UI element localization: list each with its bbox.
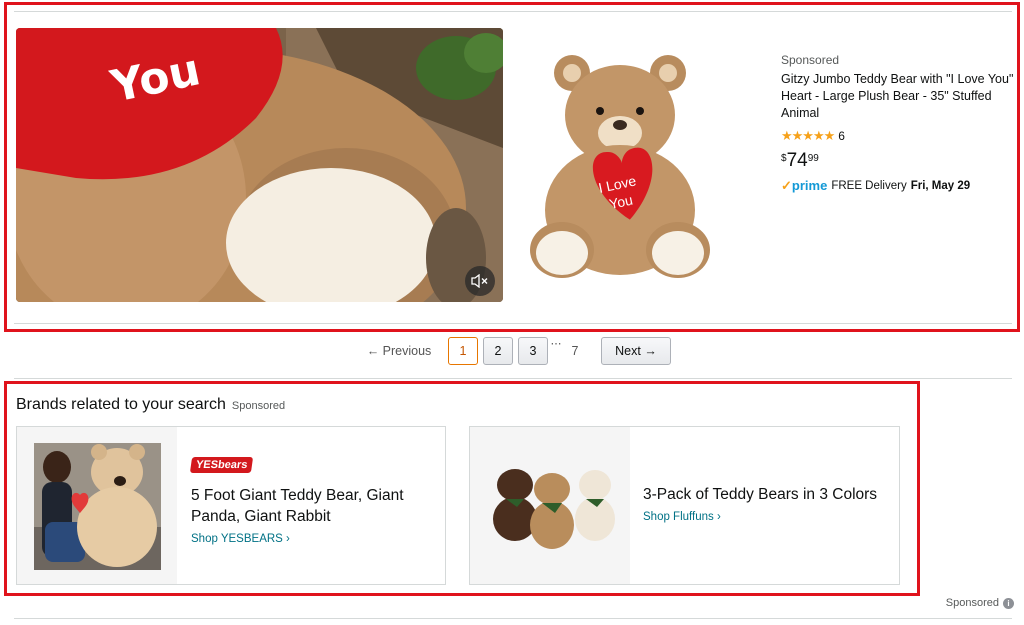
footer-sponsored-label: Sponsored [945,597,999,609]
video-frame-image [16,28,503,302]
product-price: $ 74 99 [781,150,1016,172]
brand-card-content: YESbears 5 Foot Giant Teddy Bear, Giant … [189,455,431,545]
divider-bottom [14,618,1012,619]
delivery-text: FREE Delivery [831,180,907,192]
page-3-button[interactable]: 3 [518,336,548,365]
page-1-button[interactable]: 1 [448,336,478,365]
brands-heading: Brands related to your search Sponsored [16,396,285,414]
delivery-date: Fri, May 29 [910,180,971,192]
prime-delivery: ✓prime FREE Delivery Fri, May 29 [781,178,1016,194]
brand-card-image [17,427,177,584]
product-rating[interactable]: ★★★★★ 6 [781,128,1016,144]
divider-top [14,11,1012,12]
review-count[interactable]: 6 [838,129,845,143]
info-icon[interactable]: i [1003,597,1014,609]
product-video-player[interactable]: You [16,28,503,302]
woman-with-teddy-bear-image [34,443,161,570]
teddy-bear-image [530,55,710,278]
pagination-previous[interactable]: ← Previous [355,337,443,365]
shop-fluffuns-link[interactable]: Shop Fluffuns › [643,511,893,523]
product-image[interactable]: I Love You [520,45,740,285]
star-rating-icon: ★★★★★ [781,128,835,143]
yesbears-logo: YESbears [189,457,254,473]
product-info: Sponsored Gitzy Jumbo Teddy Bear with "I… [781,53,1016,194]
prime-label: prime [791,178,828,193]
footer-sponsored[interactable]: Sponsored i [946,597,1014,609]
brand-card-image [470,427,630,584]
brands-title: Brands related to your search [16,396,226,413]
speaker-muted-icon [471,274,488,288]
page-2-button[interactable]: 2 [483,336,513,365]
divider-above-brands [14,378,1012,379]
price-whole: 74 [786,150,808,171]
pagination-next-button[interactable]: Next → [601,336,671,365]
page-7-button[interactable]: 7 [564,337,586,365]
pagination: ← Previous 1 2 3 ⋯ 7 Next → [355,336,671,365]
three-teddy-bears-image [493,469,615,549]
brand-card-title[interactable]: 5 Foot Giant Teddy Bear, Giant Panda, Gi… [191,485,431,527]
brand-card-title[interactable]: 3-Pack of Teddy Bears in 3 Colors [643,484,893,505]
brand-card-content: 3-Pack of Teddy Bears in 3 Colors Shop F… [643,484,893,523]
divider-below-product [14,323,1012,324]
prime-logo: ✓prime [781,178,827,194]
mute-button[interactable] [465,266,495,296]
pagination-ellipsis: ⋯ [550,337,562,350]
brand-card-yesbears[interactable]: YESbears 5 Foot Giant Teddy Bear, Giant … [16,426,446,585]
price-fraction: 99 [807,153,819,164]
product-title-link[interactable]: Gitzy Jumbo Teddy Bear with "I Love You"… [781,71,1016,122]
brands-sponsored-label: Sponsored [231,400,286,412]
prime-check-icon: ✓ [781,178,792,193]
brand-card-fluffuns[interactable]: 3-Pack of Teddy Bears in 3 Colors Shop F… [469,426,900,585]
sponsored-label: Sponsored [781,53,840,67]
shop-yesbears-link[interactable]: Shop YESBEARS › [191,533,431,545]
